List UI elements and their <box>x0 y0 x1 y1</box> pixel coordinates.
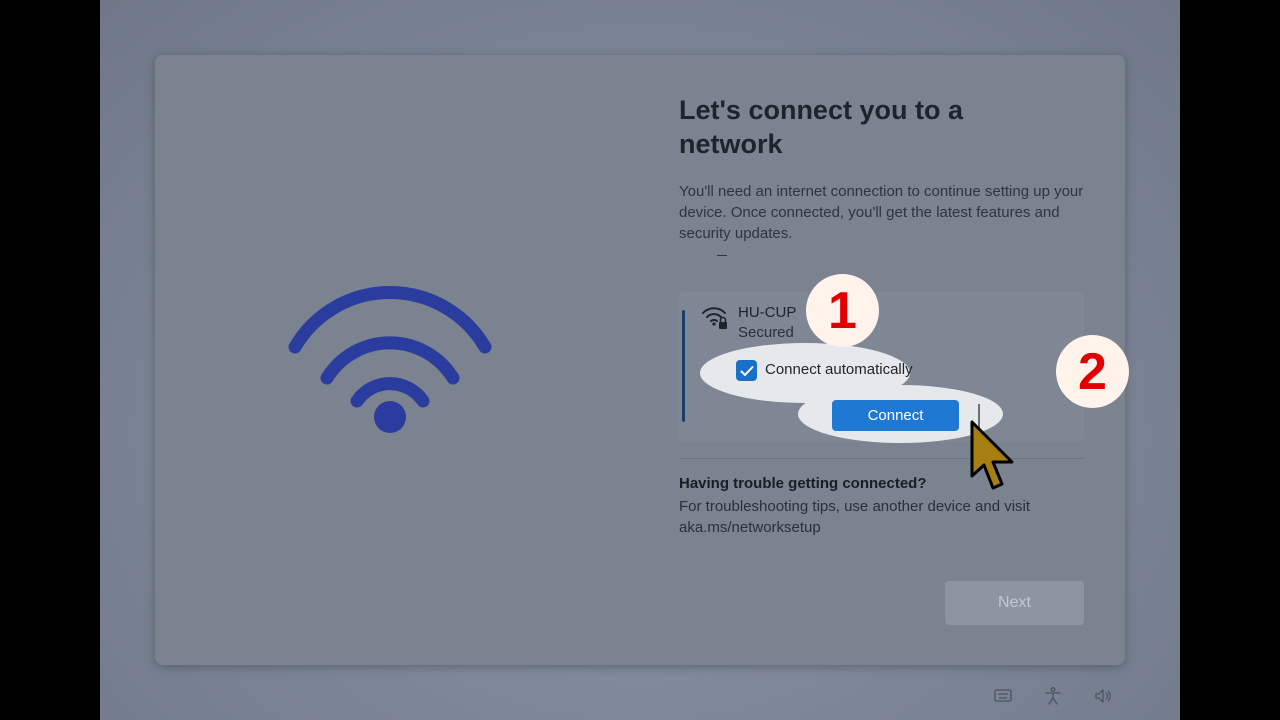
connect-automatically-checkbox[interactable] <box>736 360 757 381</box>
mouse-cursor-icon <box>970 420 1014 490</box>
page-title: Let's connect you to a network <box>679 95 963 159</box>
selection-indicator <box>682 310 685 422</box>
step-2-badge: 2 <box>1056 335 1129 408</box>
network-name: HU-CUP <box>738 304 797 321</box>
volume-icon[interactable] <box>1093 686 1113 706</box>
content-panel: Let's connect you to a network You'll ne… <box>679 55 1099 665</box>
wifi-hero-icon <box>288 286 492 433</box>
setup-card: Let's connect you to a network You'll ne… <box>155 55 1125 665</box>
step-1-badge: 1 <box>806 274 879 347</box>
network-security-status: Secured <box>738 324 794 341</box>
trouble-heading: Having trouble getting connected? <box>679 475 927 492</box>
checkmark-icon <box>740 365 753 376</box>
connect-button[interactable]: Connect <box>832 400 959 431</box>
connect-automatically-label[interactable]: Connect automatically <box>765 361 913 378</box>
wifi-secured-icon <box>702 307 727 329</box>
trouble-text: For troubleshooting tips, use another de… <box>679 498 1031 536</box>
next-button[interactable]: Next <box>945 581 1084 625</box>
keyboard-icon[interactable] <box>993 686 1013 706</box>
accessibility-icon[interactable] <box>1043 686 1063 706</box>
divider-dash <box>717 255 727 256</box>
oobe-screen: Let's connect you to a network You'll ne… <box>100 0 1180 720</box>
page-description: You'll need an internet connection to co… <box>679 183 1084 242</box>
